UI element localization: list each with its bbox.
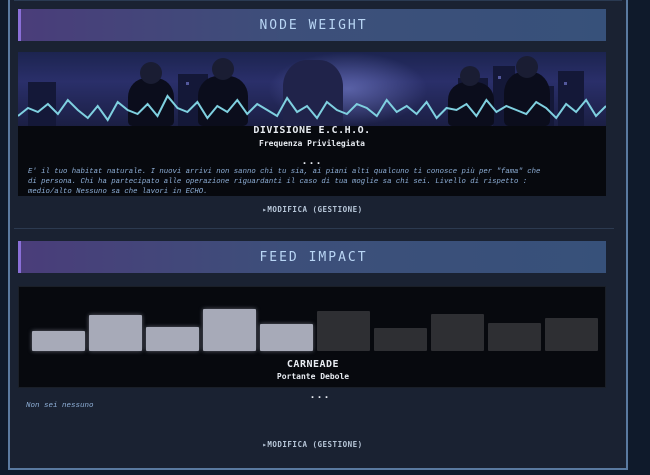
impact-level-bar [260,324,313,351]
impact-level-bar [146,327,199,351]
node-weight-subtitle: Frequenza Privilegiata [259,139,365,148]
description-line: di persona. Chi ha partecipato alle oper… [28,178,528,186]
feed-impact-title: CARNEADE [286,359,340,370]
impact-level-bar [32,331,85,351]
node-weight-edit-link[interactable]: ▸MODIFICA (GESTIONE) [0,205,625,214]
feed-impact-subtitle: Portante Debole [276,372,350,381]
signal-waveform [18,94,606,122]
impact-level-bar [431,314,484,351]
impact-level-bar [545,318,598,351]
top-divider [14,0,622,1]
feed-impact-description: Non sei nessuno [26,402,94,410]
waveform-line [18,94,606,122]
feed-impact-card: CARNEADE Portante Debole [18,286,606,388]
description-line: medio/alto Nessuno sa che lavori in ECHO… [28,188,208,196]
feed-impact-ellipsis: ... [309,390,331,401]
node-weight-title: DIVISIONE E.C.H.O. [253,125,371,136]
impact-level-bar [488,323,541,351]
impact-level-bar [317,311,370,351]
node-weight-description: E' il tuo habitat naturale. I nuovi arri… [28,167,618,197]
impact-level-bar [89,315,142,351]
impact-level-bar [203,309,256,351]
node-weight-ellipsis: ... [301,156,323,167]
node-weight-card: DIVISIONE E.C.H.O. Frequenza Privilegiat… [18,52,606,196]
impact-level-bar [374,328,427,351]
feed-impact-edit-link[interactable]: ▸MODIFICA (GESTIONE) [0,440,625,449]
node-weight-header: NODE WEIGHT [18,9,606,41]
description-line: E' il tuo habitat naturale. I nuovi arri… [28,168,541,176]
feed-impact-header: FEED IMPACT [18,241,606,273]
section-divider [14,228,614,229]
